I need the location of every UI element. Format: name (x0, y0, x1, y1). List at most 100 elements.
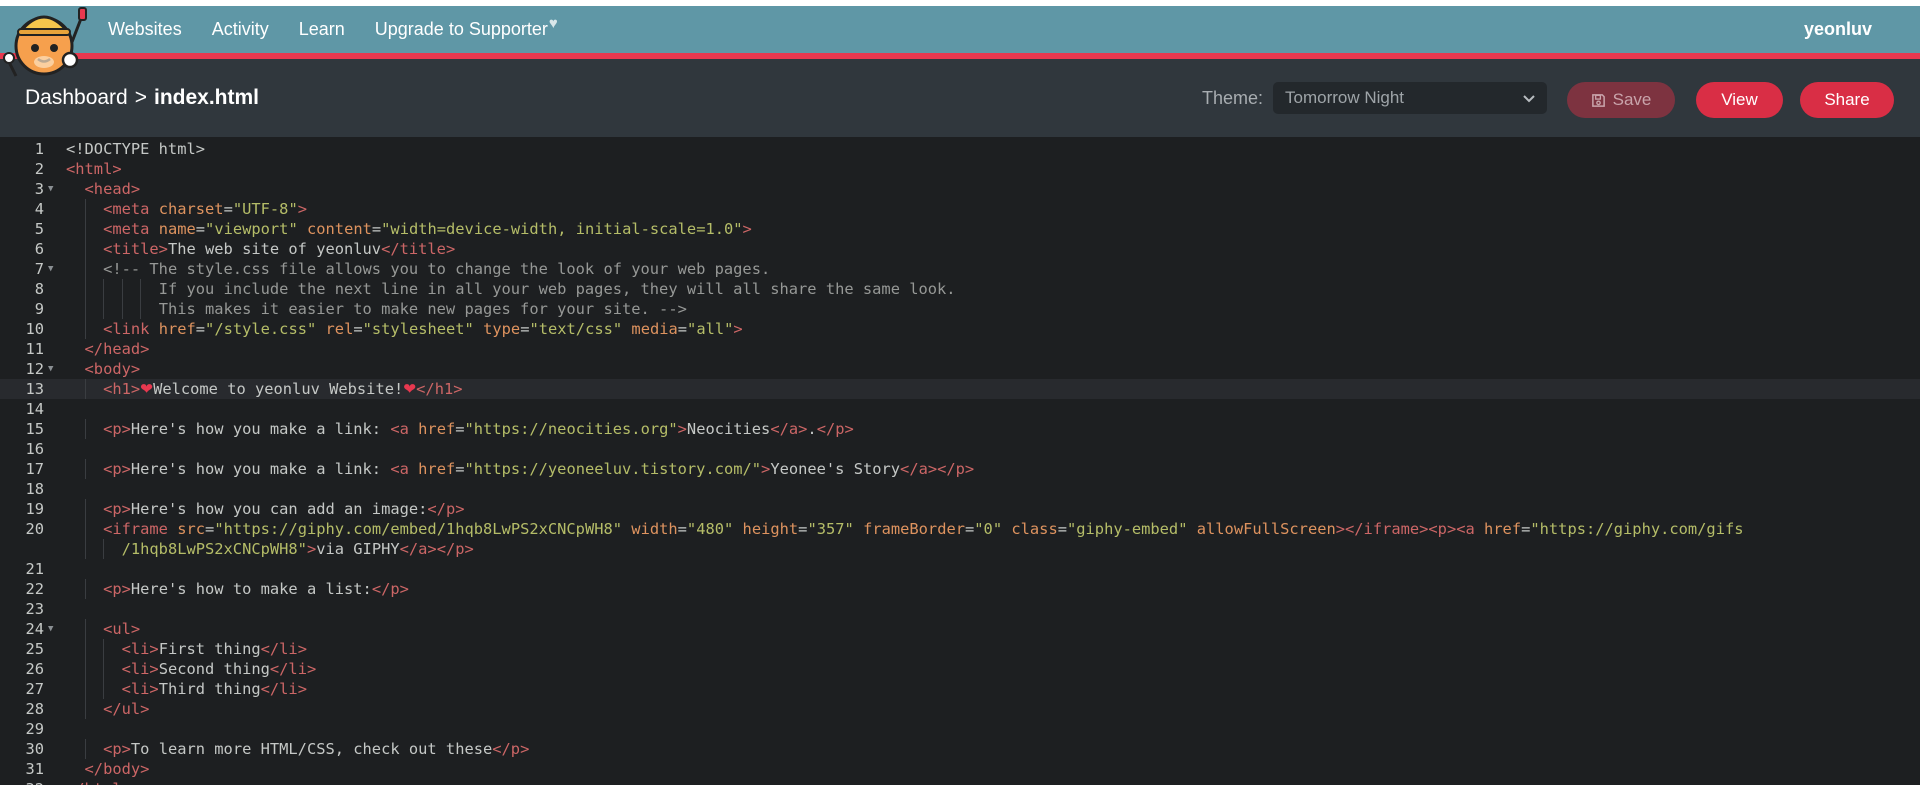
code-line[interactable]: 8 If you include the next line in all you… (0, 279, 1920, 299)
user-menu-link[interactable]: yeonluv (1804, 6, 1872, 53)
code-text: <body> (85, 359, 141, 379)
line-number[interactable]: 15 (0, 419, 44, 439)
indent-guide (84, 519, 86, 539)
code-line[interactable]: 1 <!DOCTYPE html> (0, 139, 1920, 159)
code-token: "0" (974, 520, 1003, 538)
code-line[interactable]: 26 <li>Second thing</li> (0, 659, 1920, 679)
code-line[interactable]: 16 (0, 439, 1920, 459)
code-line[interactable]: 11 </head> (0, 339, 1920, 359)
line-number[interactable]: 30 (0, 739, 44, 759)
line-number[interactable]: 27 (0, 679, 44, 699)
line-number[interactable]: 13 (0, 379, 44, 399)
code-line[interactable]: 31 </body> (0, 759, 1920, 779)
code-text: /1hqb8LwPS2xCNCpWH8">via GIPHY</a></p> (122, 539, 474, 559)
code-token: </li> (269, 660, 317, 678)
code-line[interactable]: 15 <p>Here's how you make a link: <a href… (0, 419, 1920, 439)
code-line[interactable]: 4 <meta charset="UTF-8"> (0, 199, 1920, 219)
nav-upgrade-label: Upgrade to Supporter (374, 19, 548, 39)
fold-toggle-icon[interactable]: ▼ (48, 259, 53, 279)
code-token: > (761, 460, 771, 478)
breadcrumb-dashboard-link[interactable]: Dashboard (25, 86, 128, 110)
code-line[interactable]: 13 <h1>❤Welcome to yeonluv Website!❤</h1> (0, 379, 1920, 399)
line-number[interactable]: 25 (0, 639, 44, 659)
line-number[interactable]: 12 (0, 359, 44, 379)
line-number[interactable]: 8 (0, 279, 44, 299)
code-line[interactable]: 7 ▼ <!-- The style.css file allows you to … (0, 259, 1920, 279)
line-number[interactable]: 22 (0, 579, 44, 599)
line-number[interactable]: 14 (0, 399, 44, 419)
line-number[interactable]: 10 (0, 319, 44, 339)
save-button[interactable]: Save (1567, 82, 1675, 118)
line-number[interactable]: 17 (0, 459, 44, 479)
code-line[interactable]: 14 (0, 399, 1920, 419)
line-number[interactable]: 6 (0, 239, 44, 259)
line-number[interactable]: 16 (0, 439, 44, 459)
code-line[interactable]: 6 <title>The web site of yeonluv</title> (0, 239, 1920, 259)
code-line[interactable]: 24 ▼ <ul> (0, 619, 1920, 639)
line-number[interactable]: 28 (0, 699, 44, 719)
code-line[interactable]: 27 <li>Third thing</li> (0, 679, 1920, 699)
fold-toggle-icon[interactable]: ▼ (48, 619, 53, 639)
code-token: <meta (103, 220, 159, 238)
line-number[interactable]: 19 (0, 499, 44, 519)
view-button[interactable]: View (1696, 82, 1783, 118)
share-button[interactable]: Share (1800, 82, 1894, 118)
code-line[interactable]: 3 ▼ <head> (0, 179, 1920, 199)
line-number[interactable]: 9 (0, 299, 44, 319)
fold-toggle-icon[interactable]: ▼ (48, 359, 53, 379)
code-text: <meta charset="UTF-8"> (103, 199, 307, 219)
code-line[interactable]: 2 <html> (0, 159, 1920, 179)
line-number[interactable]: 7 (0, 259, 44, 279)
line-number[interactable]: 21 (0, 559, 44, 579)
code-line[interactable]: 9 This makes it easier to make new pages … (0, 299, 1920, 319)
nav-websites-link[interactable]: Websites (108, 19, 182, 40)
code-token: "https://giphy.com/gifs (1530, 520, 1744, 538)
line-number[interactable]: 18 (0, 479, 44, 499)
code-line[interactable]: 25 <li>First thing</li> (0, 639, 1920, 659)
line-number[interactable]: 32 (0, 779, 44, 785)
breadcrumb-separator: > (134, 86, 147, 109)
code-line[interactable]: 19 <p>Here's how you can add an image:</p… (0, 499, 1920, 519)
line-number[interactable]: 1 (0, 139, 44, 159)
line-number[interactable]: 20 (0, 519, 44, 539)
line-number[interactable]: 31 (0, 759, 44, 779)
theme-select[interactable]: Tomorrow Night (1273, 82, 1547, 114)
line-number[interactable]: 11 (0, 339, 44, 359)
code-line[interactable]: 32 </html> (0, 779, 1920, 785)
nav-learn-link[interactable]: Learn (299, 19, 345, 40)
neocities-cat-logo-icon[interactable] (0, 2, 90, 80)
code-line[interactable]: 12 ▼ <body> (0, 359, 1920, 379)
line-number[interactable]: 23 (0, 599, 44, 619)
line-number[interactable]: 2 (0, 159, 44, 179)
code-editor[interactable]: 1 <!DOCTYPE html> 2 <html> 3 ▼ <head> 4 <meta ch… (0, 137, 1920, 785)
code-line[interactable]: 20 <iframe src="https://giphy.com/embed/1… (0, 519, 1920, 539)
code-token: Second thing (158, 660, 270, 678)
code-line[interactable]: 23 (0, 599, 1920, 619)
code-line[interactable]: 29 (0, 719, 1920, 739)
chevron-down-icon (1523, 95, 1535, 103)
code-line[interactable]: /1hqb8LwPS2xCNCpWH8">via GIPHY</a></p> (0, 539, 1920, 559)
fold-toggle-icon[interactable]: ▼ (48, 179, 53, 199)
line-number[interactable]: 5 (0, 219, 44, 239)
nav-activity-link[interactable]: Activity (212, 19, 269, 40)
line-number[interactable]: 29 (0, 719, 44, 739)
code-token: src (177, 520, 206, 538)
line-number[interactable]: 26 (0, 659, 44, 679)
line-number[interactable]: 24 (0, 619, 44, 639)
code-text: <ul> (103, 619, 140, 639)
code-line[interactable]: 30 <p>To learn more HTML/CSS, check out t… (0, 739, 1920, 759)
nav-upgrade-link[interactable]: Upgrade to Supporter♥ (374, 15, 558, 40)
code-line[interactable]: 18 (0, 479, 1920, 499)
code-line[interactable]: 5 <meta name="viewport" content="width=de… (0, 219, 1920, 239)
code-line[interactable]: 22 <p>Here's how to make a list:</p> (0, 579, 1920, 599)
code-token: "/style.css" (205, 320, 317, 338)
code-line[interactable]: 21 (0, 559, 1920, 579)
line-number[interactable]: 3 (0, 179, 44, 199)
code-token: Here's how you make a link: (130, 460, 391, 478)
code-line[interactable]: 28 </ul> (0, 699, 1920, 719)
line-number[interactable]: 4 (0, 199, 44, 219)
code-line[interactable]: 17 <p>Here's how you make a link: <a href… (0, 459, 1920, 479)
code-line[interactable]: 10 <link href="/style.css" rel="styleshee… (0, 319, 1920, 339)
